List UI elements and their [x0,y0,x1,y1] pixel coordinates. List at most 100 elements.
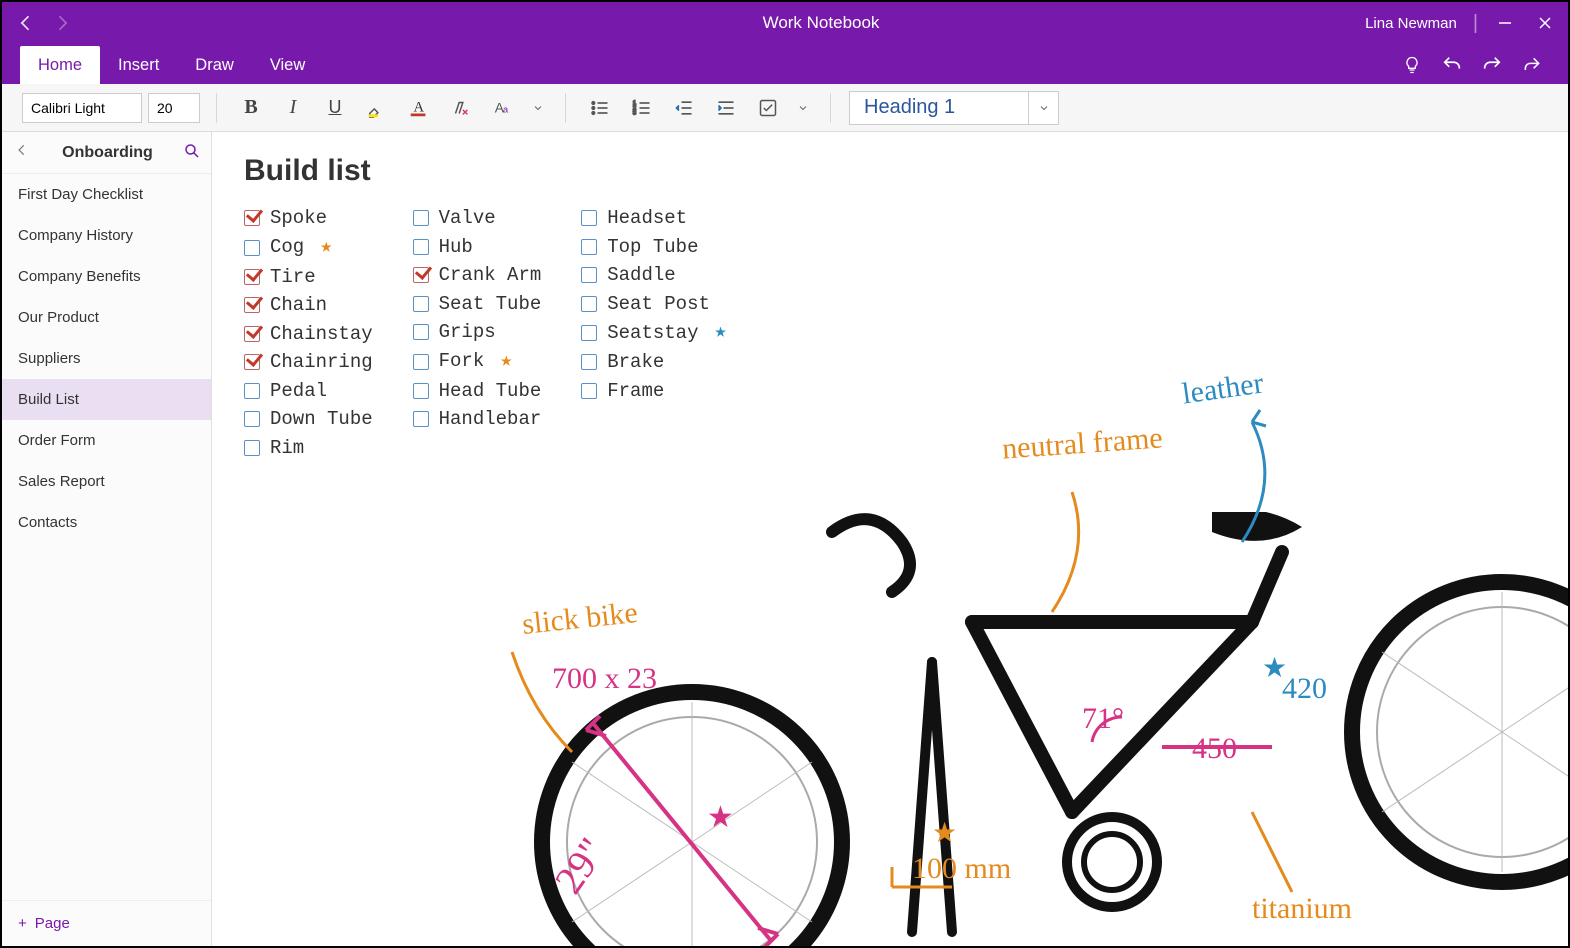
checkbox[interactable] [413,411,429,427]
tab-home[interactable]: Home [20,46,100,84]
tab-draw[interactable]: Draw [177,46,252,84]
section-title[interactable]: Onboarding [40,144,175,162]
tab-insert[interactable]: Insert [100,46,177,84]
page-item[interactable]: Sales Report [2,461,211,502]
checkbox[interactable] [244,210,260,226]
font-size-input[interactable] [148,93,200,123]
indent-button[interactable] [708,91,744,125]
checklist-item[interactable]: Seat Post [581,290,726,319]
checkbox[interactable] [244,269,260,285]
checklist-item[interactable]: Pedal [244,377,373,406]
checklist-item[interactable]: Down Tube [244,405,373,434]
checkbox[interactable] [244,440,260,456]
page-item[interactable]: Build List [2,379,211,420]
checkbox[interactable] [581,354,597,370]
minimize-button[interactable] [1488,6,1522,40]
checkbox[interactable] [581,296,597,312]
page-item[interactable]: Company Benefits [2,256,211,297]
star-icon: ★ [500,347,512,377]
checkbox[interactable] [413,210,429,226]
checklist-item[interactable]: Chainstay [244,320,373,349]
checkbox[interactable] [581,383,597,399]
checklist-item[interactable]: Chain [244,291,373,320]
checklist-item[interactable]: Spoke [244,204,373,233]
checklist-item[interactable]: Cog★ [244,233,373,263]
checkbox[interactable] [413,354,429,370]
checkbox[interactable] [581,267,597,283]
checklist-item[interactable]: Frame [581,377,726,406]
bike-illustration [512,512,1568,946]
checklist-item[interactable]: Seat Tube [413,290,542,319]
checkbox[interactable] [581,325,597,341]
checklist-item[interactable]: Seatstay★ [581,318,726,348]
lightbulb-icon[interactable] [1392,46,1432,84]
format-more-button[interactable] [527,91,549,125]
back-button[interactable] [8,5,44,41]
bold-button[interactable]: B [233,91,269,125]
heading-style-select[interactable]: Heading 1 [849,91,1029,125]
checkbox[interactable] [413,296,429,312]
checkbox[interactable] [413,324,429,340]
checkbox[interactable] [413,267,429,283]
italic-button[interactable]: I [275,91,311,125]
checklist-label: Seatstay [607,319,698,348]
checkbox[interactable] [413,383,429,399]
undo-button[interactable] [1432,46,1472,84]
checkbox[interactable] [244,354,260,370]
checklist-item[interactable]: Valve [413,204,542,233]
checkbox[interactable] [244,383,260,399]
checklist-item[interactable]: Grips [413,318,542,347]
heading-style-dropdown[interactable] [1029,91,1059,125]
add-page-button[interactable]: + Page [2,900,211,946]
checklist-item[interactable]: Handlebar [413,405,542,434]
checklist-item[interactable]: Tire [244,263,373,292]
checkbox[interactable] [581,210,597,226]
note-canvas[interactable]: Build list SpokeCog★TireChainChainstayCh… [212,132,1568,946]
checkbox[interactable] [244,326,260,342]
todo-tag-button[interactable] [750,91,786,125]
checklist-item[interactable]: Headset [581,204,726,233]
user-name[interactable]: Lina Newman [1365,15,1457,32]
font-color-button[interactable]: A [401,91,437,125]
page-item[interactable]: Contacts [2,502,211,543]
search-icon[interactable] [183,142,201,163]
page-item[interactable]: Company History [2,215,211,256]
redo-button[interactable] [1472,46,1512,84]
checklist-label: Chain [270,291,327,320]
checklist-item[interactable]: Fork★ [413,347,542,377]
text-styles-button[interactable]: Aa [485,91,521,125]
paragraph-more-button[interactable] [792,91,814,125]
highlight-button[interactable] [359,91,395,125]
ribbon-tabs: Home Insert Draw View [2,44,1568,84]
clear-formatting-button[interactable] [443,91,479,125]
page-item[interactable]: Suppliers [2,338,211,379]
section-back-button[interactable] [12,143,32,162]
checkbox[interactable] [413,239,429,255]
checklist-item[interactable]: Rim [244,434,373,463]
forward-button[interactable] [44,5,80,41]
page-item[interactable]: Our Product [2,297,211,338]
page-item[interactable]: Order Form [2,420,211,461]
page-title[interactable]: Build list [244,154,371,188]
checklist-item[interactable]: Saddle [581,261,726,290]
underline-button[interactable]: U [317,91,353,125]
bullet-list-button[interactable] [582,91,618,125]
checkbox[interactable] [244,297,260,313]
checklist-item[interactable]: Top Tube [581,233,726,262]
share-button[interactable] [1512,46,1552,84]
checkbox[interactable] [244,240,260,256]
page-item[interactable]: First Day Checklist [2,174,211,215]
checkbox[interactable] [581,239,597,255]
outdent-button[interactable] [666,91,702,125]
checklist-item[interactable]: Head Tube [413,377,542,406]
close-button[interactable] [1528,6,1562,40]
font-name-input[interactable] [22,93,142,123]
checklist-item[interactable]: Brake [581,348,726,377]
tab-view[interactable]: View [252,46,323,84]
checkbox[interactable] [244,411,260,427]
numbered-list-button[interactable]: 123 [624,91,660,125]
checklist-item[interactable]: Crank Arm [413,261,542,290]
checklist[interactable]: SpokeCog★TireChainChainstayChainringPeda… [244,204,727,462]
checklist-item[interactable]: Hub [413,233,542,262]
checklist-item[interactable]: Chainring [244,348,373,377]
